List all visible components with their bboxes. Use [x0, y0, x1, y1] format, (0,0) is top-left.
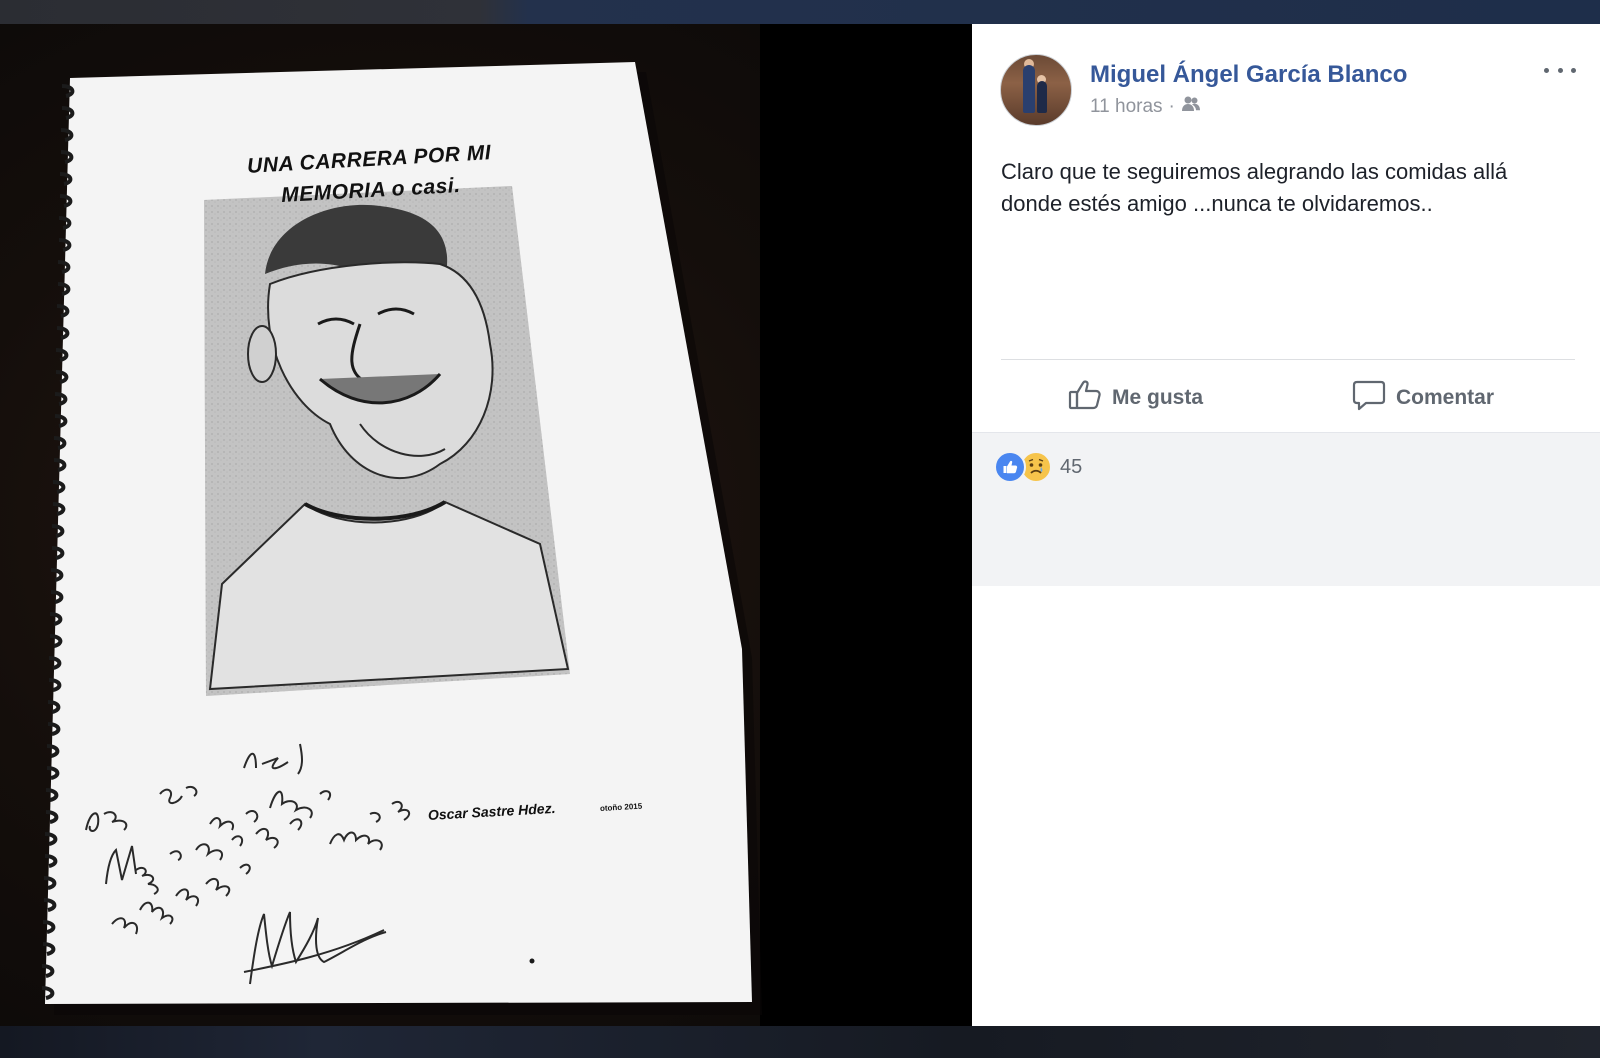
comment-icon	[1352, 379, 1386, 417]
top-bar	[0, 0, 1600, 24]
post-timestamp[interactable]: 11 horas	[1090, 96, 1163, 118]
comment-button-label: Comentar	[1396, 386, 1495, 409]
like-reaction-icon	[994, 451, 1026, 483]
meta-separator: ·	[1168, 96, 1175, 117]
reaction-count: 45	[1060, 455, 1083, 478]
bottom-strip	[0, 1026, 1600, 1058]
post-meta: 11 horas ·	[1090, 96, 1201, 118]
post-divider	[1001, 359, 1575, 360]
caricature-drawing	[204, 186, 570, 696]
post-photo[interactable]: UNA CARRERA POR MI MEMORIA o casi. Oscar…	[0, 24, 972, 1026]
more-options-icon[interactable]	[1544, 58, 1576, 82]
reactions-section: 45	[972, 432, 1600, 586]
like-button[interactable]: Me gusta	[1068, 376, 1203, 420]
avatar[interactable]	[1000, 54, 1072, 126]
post-text: Claro que te seguiremos alegrando las co…	[1001, 156, 1591, 220]
reactions-summary[interactable]: 45	[994, 451, 1082, 483]
like-button-label: Me gusta	[1112, 386, 1204, 409]
post-text-line1: Claro que te seguiremos alegrando las co…	[1001, 159, 1508, 184]
friends-icon[interactable]	[1181, 95, 1201, 119]
comment-button[interactable]: Comentar	[1352, 376, 1494, 420]
post-panel: Miguel Ángel García Blanco 11 horas · Cl…	[972, 24, 1600, 1026]
post-text-line2: donde estés amigo ...nunca te olvidaremo…	[1001, 191, 1433, 216]
post-author-name[interactable]: Miguel Ángel García Blanco	[1090, 61, 1407, 89]
thumbs-up-icon	[1068, 379, 1102, 417]
